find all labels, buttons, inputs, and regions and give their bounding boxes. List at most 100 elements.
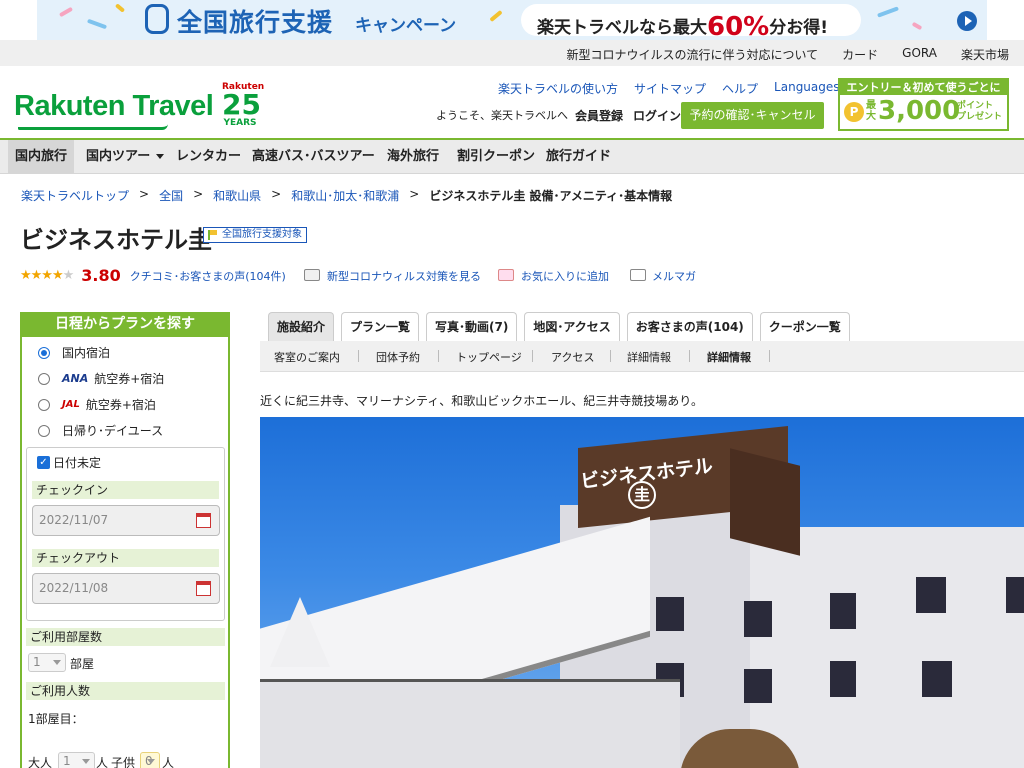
checkout-value: 2022/11/08 [39,581,109,595]
nav-guide[interactable]: 旅行ガイド [539,140,618,173]
subtab-details[interactable]: 詳細情報 [627,349,671,365]
window [916,577,946,613]
breadcrumb-item[interactable]: 全国 [159,187,183,204]
tab-plans[interactable]: プラン一覧 [341,312,420,341]
option-label: 国内宿泊 [62,346,111,360]
subtab-divider [769,350,770,362]
confetti-decoration [86,18,108,30]
mail-icon [630,269,646,281]
radio-button[interactable] [38,424,50,437]
sitemap-link[interactable]: サイトマップ [634,80,706,97]
breadcrumb-item[interactable]: 楽天トラベルトップ [21,187,129,204]
nav-rentacar[interactable]: レンタカー [169,140,248,173]
date-selector: ✓ 日付未定 チェックイン 2022/11/07 チェックアウト 2022/11/… [26,447,225,621]
tab-facility-intro[interactable]: 施設紹介 [268,312,335,341]
point-coin-icon: P [844,102,864,122]
tab-reviews[interactable]: お客さまの声(104) [626,312,753,341]
logo-swoosh [18,124,168,130]
subtab-details-current: 詳細情報 [707,351,751,364]
campaign-tag-text: 全国旅行支援対象 [222,229,302,240]
window [1006,577,1024,613]
login-link[interactable]: ログイン [633,107,681,124]
checkout-label: チェックアウト [32,549,219,567]
breadcrumb-item[interactable]: 和歌山･加太･和歌浦 [291,187,399,204]
child-label: 子供 [111,756,136,768]
util-link-card[interactable]: カード [842,46,878,63]
window [830,593,856,629]
tab-photos[interactable]: 写真･動画(7) [426,312,518,341]
rating-row: ★★★★★ 3.80 クチコミ･お客さまの声(104件) [20,266,286,285]
subtab-divider [532,350,533,362]
play-arrow-icon[interactable] [957,11,977,31]
sub-tabs: 客室のご案内 団体予約 トップページ アクセス 詳細情報 詳細情報 [260,341,1024,372]
calendar-icon[interactable] [196,513,211,528]
option-dayuse[interactable]: 日帰り･デイユース [38,422,163,439]
checkmark-icon[interactable]: ✓ [37,456,50,469]
option-ana[interactable]: ANA 航空券+宿泊 [38,370,164,387]
subtab-rooms[interactable]: 客室のご案内 [274,349,340,365]
hotel-photo[interactable]: ビジネスホテル 圭 [260,417,1024,768]
checkbox-label: 日付未定 [53,456,102,470]
checkin-date-input[interactable]: 2022/11/07 [32,505,220,536]
breadcrumb-item[interactable]: 和歌山県 [213,187,261,204]
covid-measures-link[interactable]: 新型コロナウィルス対策を見る [327,268,481,284]
travel-bag-icon [145,4,169,34]
confetti-decoration [489,9,503,23]
anniv-years: YEARS [223,118,257,128]
campaign-banner[interactable]: 全国旅行支援 キャンペーン 楽天トラベルなら最大60%分お得! [37,0,987,40]
tab-map[interactable]: 地図･アクセス [524,312,620,341]
nav-overseas[interactable]: 海外旅行 [380,140,446,173]
campaign-badge: 全国旅行支援対象 [203,227,307,243]
util-link-covid[interactable]: 新型コロナウイルスの流行に伴う対応について [567,46,819,63]
adult-label: 大人 [28,756,53,768]
newsletter-link[interactable]: メルマガ [652,268,696,284]
add-favorite-link[interactable]: お気に入りに追加 [521,268,609,284]
rakuten-travel-logo[interactable]: Rakuten Travel [14,90,214,130]
points-promo-banner[interactable]: エントリー＆初めて使うごとに P 最大 3,000 ポイント プレゼント [838,78,1009,131]
nav-domestic[interactable]: 国内旅行 [8,140,75,173]
register-link[interactable]: 会員登録 [575,107,623,124]
nav-bus[interactable]: 高速バス･バスツアー [245,140,382,173]
option-domestic[interactable]: 国内宿泊 [38,344,110,361]
radio-button[interactable] [38,372,50,385]
date-undecided-checkbox[interactable]: ✓ 日付未定 [37,454,101,471]
util-link-ichiba[interactable]: 楽天市場 [961,46,1009,63]
reviews-link[interactable]: クチコミ･お客さまの声(104件) [130,268,286,284]
radio-button[interactable] [38,346,50,359]
subtab-top[interactable]: トップページ [456,349,522,365]
promo-points-text: ポイント プレゼント [957,101,1003,122]
checkout-date-input[interactable]: 2022/11/08 [32,573,220,604]
nav-domestic-tour[interactable]: 国内ツアー [79,140,171,173]
sign-emblem: 圭 [628,481,656,509]
option-jal[interactable]: JAL 航空券+宿泊 [38,396,156,413]
covid-info-icon [304,269,320,281]
reservation-confirm-button[interactable]: 予約の確認･キャンセル [681,102,824,129]
radio-button[interactable] [38,398,50,411]
calendar-icon[interactable] [196,581,211,596]
tab-coupons[interactable]: クーポン一覧 [759,312,850,341]
banner-subtitle: キャンペーン [355,16,457,36]
window [656,597,684,631]
child-input[interactable]: 0 [140,752,160,768]
nav-coupon[interactable]: 割引クーポン [450,140,542,173]
breadcrumb-separator: > [409,187,420,201]
favorite-icon [498,269,514,281]
subtab-divider [689,350,690,362]
rooms-select[interactable]: 1 [28,653,66,672]
banner-offer: 楽天トラベルなら最大60%分お得! [521,4,861,40]
breadcrumb-current: ビジネスホテル圭 設備･アメニティ･基本情報 [429,189,673,203]
confetti-decoration [58,6,74,18]
util-link-gora[interactable]: GORA [902,46,937,63]
foreground-wall [260,679,680,768]
option-label: 航空券+宿泊 [94,372,165,386]
checkin-label: チェックイン [32,481,219,499]
checkin-value: 2022/11/07 [39,513,109,527]
howto-link[interactable]: 楽天トラベルの使い方 [498,80,618,97]
subtab-access[interactable]: アクセス [551,349,594,365]
confetti-decoration [876,6,900,18]
chevron-down-icon [156,154,165,159]
adult-select[interactable]: 1 [58,752,95,768]
adult-unit: 人 [96,756,109,768]
help-link[interactable]: ヘルプ [722,80,758,97]
subtab-group[interactable]: 団体予約 [376,349,420,365]
